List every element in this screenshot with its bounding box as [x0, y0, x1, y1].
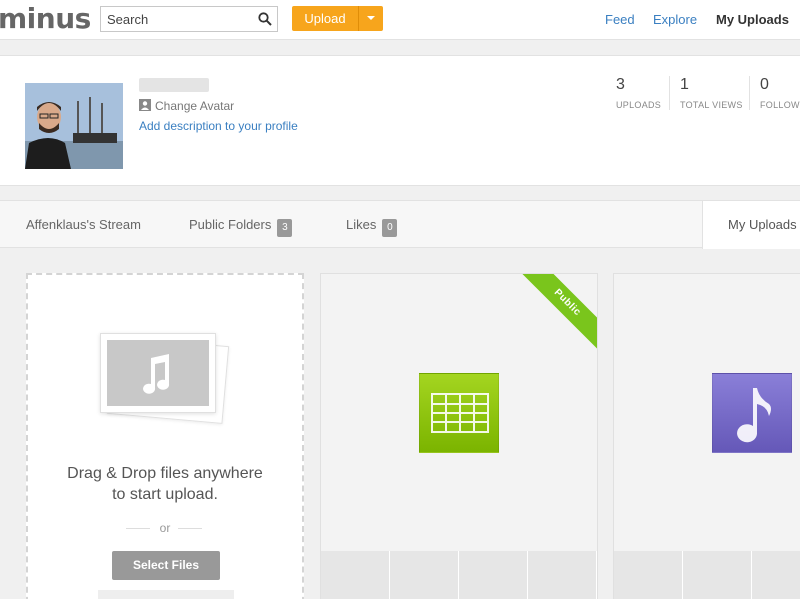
person-icon [139, 99, 151, 111]
stat-label: TOTAL VIEWS [680, 100, 743, 110]
count-badge: 3 [277, 219, 293, 237]
change-avatar-label: Change Avatar [155, 99, 235, 113]
card-footer-cell[interactable] [459, 551, 528, 599]
count-badge: 0 [382, 219, 398, 237]
chevron-down-icon [367, 16, 375, 20]
file-card[interactable]: Public [320, 273, 598, 599]
music-note-icon [143, 354, 170, 394]
stat-total-views[interactable]: 1 TOTAL VIEWS [680, 76, 743, 110]
avatar-photo [25, 83, 123, 169]
tab-stream[interactable]: Affenklaus's Stream [26, 217, 141, 232]
stat-label: UPLOADS [616, 100, 662, 110]
nav-explore-link[interactable]: Explore [653, 12, 697, 27]
card-footer-cell[interactable] [752, 551, 800, 599]
file-card[interactable] [613, 273, 800, 599]
card-footer-cell[interactable] [683, 551, 752, 599]
stat-followers[interactable]: 0 FOLLOWE [760, 76, 800, 110]
public-ribbon: Public [516, 274, 597, 354]
upload-dropdown-button[interactable] [358, 6, 383, 31]
music-note-icon [712, 373, 792, 453]
upload-button[interactable]: Upload [292, 6, 358, 31]
nav-feed-link[interactable]: Feed [605, 12, 635, 27]
or-separator: or [159, 521, 171, 535]
nav-my-uploads-link[interactable]: My Uploads [716, 12, 789, 27]
spreadsheet-icon [419, 373, 499, 453]
dropzone-line-1: Drag & Drop files anywhere [67, 465, 263, 482]
card-footer-cell[interactable] [321, 551, 390, 599]
stat-uploads[interactable]: 3 UPLOADS [616, 76, 661, 110]
tab-my-uploads[interactable]: My Uploads [702, 201, 800, 249]
stat-divider [749, 76, 750, 110]
add-description-link[interactable]: Add description to your profile [139, 119, 298, 133]
tab-label: Likes [346, 217, 377, 232]
photo-stack-illustration [100, 333, 230, 424]
stat-value: 0 [760, 76, 769, 93]
card-footer-cell[interactable] [528, 551, 597, 599]
search-box[interactable] [100, 6, 278, 32]
search-input[interactable] [101, 7, 251, 31]
tab-public-folders[interactable]: Public Folders 3 [189, 217, 293, 237]
stat-value: 1 [680, 76, 689, 93]
stat-divider [669, 76, 670, 110]
dropzone-line-2: to start upload. [112, 486, 218, 503]
tab-likes[interactable]: Likes 0 [346, 217, 398, 237]
tab-label: Public Folders [189, 217, 272, 232]
dropzone-instructions: Drag & Drop files anywhere to start uplo… [28, 463, 302, 505]
avatar[interactable] [25, 83, 123, 169]
upload-dropzone[interactable]: Drag & Drop files anywhere to start uplo… [26, 273, 304, 599]
search-icon[interactable] [258, 12, 272, 26]
select-files-button[interactable]: Select Files [112, 551, 220, 580]
profile-tabs: Affenklaus's Stream Public Folders 3 Like… [0, 200, 800, 249]
photo-frame-front [100, 333, 216, 413]
change-avatar-link[interactable]: Change Avatar [139, 99, 234, 113]
top-bar: minus Upload Feed Explore My Uploads [0, 0, 800, 40]
card-footer-cell[interactable] [390, 551, 459, 599]
divider-line [178, 528, 202, 529]
stat-value: 3 [616, 76, 625, 93]
minus-logo[interactable]: minus [0, 2, 91, 35]
profile-panel: Change Avatar Add description to your pr… [0, 55, 800, 186]
stat-label: FOLLOWE [760, 100, 800, 110]
tab-label: My Uploads [728, 217, 797, 232]
card-footer [321, 551, 597, 599]
photo-placeholder [107, 340, 209, 406]
card-footer [614, 551, 800, 599]
dropzone-secondary-button[interactable] [98, 590, 234, 599]
username-redacted [139, 78, 209, 92]
card-footer-cell[interactable] [614, 551, 683, 599]
